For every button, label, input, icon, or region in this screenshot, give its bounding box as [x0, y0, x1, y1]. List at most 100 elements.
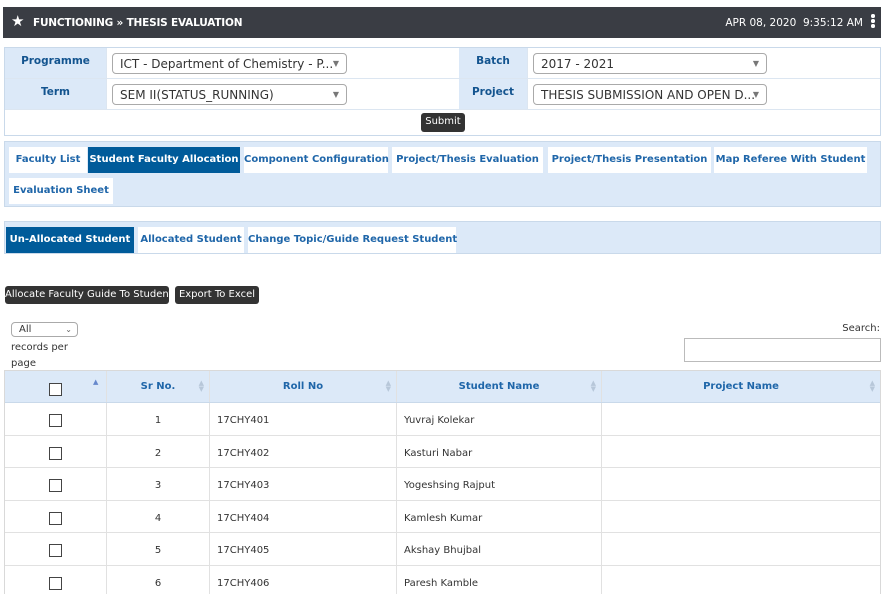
tab-map-referee-with-student[interactable]: Map Referee With Student	[714, 147, 867, 173]
batch-cell: 2017 - 2021 ▼	[527, 48, 882, 78]
table-row: 5 17CHY405 Akshay Bhujbal	[5, 533, 880, 566]
tab-component-configuration[interactable]: Component Configuration	[244, 147, 389, 173]
batch-select[interactable]: 2017 - 2021 ▼	[533, 53, 767, 74]
table-header: ▲ Sr No. ▲ ▼ Roll No ▲ ▼ Student Name ▲ ▼ P…	[5, 371, 880, 403]
export-to-excel-button[interactable]: Export To Excel	[175, 286, 259, 304]
roll-no-cell: 17CHY402	[210, 435, 397, 468]
search-input[interactable]	[684, 338, 881, 362]
table-row: 6 17CHY406 Paresh Kamble	[5, 565, 880, 594]
page-title: FUNCTIONING » THESIS EVALUATION	[33, 17, 243, 29]
programme-cell: ICT - Department of Chemistry - P... ▼	[106, 48, 459, 78]
records-per-page-label: records per page	[11, 342, 68, 369]
programme-select[interactable]: ICT - Department of Chemistry - P... ▼	[112, 53, 347, 74]
row-select-cell	[5, 435, 107, 468]
term-select-value: SEM II(STATUS_RUNNING)	[120, 88, 274, 102]
batch-select-value: 2017 - 2021	[541, 57, 615, 71]
tab-un-allocated-student[interactable]: Un-Allocated Student	[6, 227, 134, 253]
column-header-label: Project Name	[703, 381, 779, 392]
project-label: Project	[459, 79, 527, 109]
student-name-cell: Paresh Kamble	[397, 565, 602, 594]
header-time: 9:35:12 AM	[802, 17, 863, 29]
column-header-project-name[interactable]: Project Name ▲ ▼	[602, 371, 880, 402]
chevron-down-icon: ▼	[332, 59, 339, 68]
tab-faculty-list[interactable]: Faculty List	[9, 147, 87, 173]
column-header-label: Student Name	[458, 381, 540, 392]
tab-project-thesis-evaluation[interactable]: Project/Thesis Evaluation	[392, 147, 543, 173]
roll-no-cell: 17CHY406	[210, 565, 397, 594]
allocate-faculty-guide-button[interactable]: Allocate Faculty Guide To Student	[5, 286, 173, 304]
row-select-cell	[5, 533, 107, 565]
student-name-cell: Yuvraj Kolekar	[397, 403, 602, 435]
project-name-cell	[602, 566, 880, 594]
row-select-cell	[5, 403, 107, 435]
row-checkbox[interactable]	[49, 511, 62, 525]
project-cell: THESIS SUBMISSION AND OPEN D... ▼	[527, 79, 882, 109]
chevron-down-icon: ⌄	[65, 325, 72, 334]
chevron-down-icon: ▼	[752, 59, 759, 68]
row-checkbox[interactable]	[49, 544, 62, 558]
project-name-cell	[602, 436, 880, 468]
column-header-student-name[interactable]: Student Name ▲ ▼	[397, 371, 602, 402]
row-select-cell	[5, 565, 107, 594]
sort-asc-icon[interactable]: ▲	[93, 379, 98, 386]
records-per-page-select[interactable]: All ⌄	[11, 322, 78, 337]
programme-label: Programme	[5, 48, 106, 78]
term-select[interactable]: SEM II(STATUS_RUNNING) ▼	[112, 84, 347, 105]
row-select-cell	[5, 500, 107, 533]
select-all-checkbox[interactable]	[49, 383, 62, 396]
sr-no-cell: 2	[107, 435, 210, 468]
column-header-label: Roll No	[282, 381, 324, 392]
tab-student-faculty-allocation[interactable]: Student Faculty Allocation	[88, 147, 240, 173]
project-name-cell	[602, 403, 880, 435]
tab-evaluation-sheet[interactable]: Evaluation Sheet	[9, 178, 113, 204]
project-select[interactable]: THESIS SUBMISSION AND OPEN D... ▼	[533, 84, 767, 105]
submit-button[interactable]: Submit	[421, 113, 465, 132]
batch-label: Batch	[459, 48, 527, 78]
students-table: ▲ Sr No. ▲ ▼ Roll No ▲ ▼ Student Name ▲ ▼ P…	[4, 370, 881, 594]
roll-no-cell: 17CHY401	[210, 403, 397, 435]
roll-no-cell: 17CHY405	[210, 533, 397, 565]
table-row: 4 17CHY404 Kamlesh Kumar	[5, 500, 880, 534]
sort-icon: ▲ ▼	[198, 379, 204, 393]
tab-change-topic-guide-request[interactable]: Change Topic/Guide Request Student	[248, 227, 457, 253]
chevron-down-icon: ▼	[752, 90, 759, 99]
student-name-cell: Kamlesh Kumar	[397, 500, 602, 533]
sr-no-cell: 6	[107, 565, 210, 594]
star-icon: ★	[11, 12, 25, 30]
term-label: Term	[5, 79, 106, 109]
roll-no-cell: 17CHY404	[210, 500, 397, 533]
chevron-down-icon: ▼	[332, 90, 339, 99]
row-checkbox[interactable]	[49, 446, 62, 460]
sr-no-cell: 5	[107, 533, 210, 565]
tab-allocated-student[interactable]: Allocated Student	[138, 227, 244, 253]
programme-select-value: ICT - Department of Chemistry - P...	[120, 57, 334, 71]
row-checkbox[interactable]	[49, 414, 62, 427]
main-tabs: Faculty List Student Faculty Allocation …	[4, 141, 881, 207]
row-checkbox[interactable]	[49, 576, 62, 590]
sort-icon: ▲ ▼	[590, 379, 596, 393]
column-header-roll-no[interactable]: Roll No ▲ ▼	[210, 371, 397, 402]
sort-icon: ▲ ▼	[385, 379, 391, 393]
table-row: 1 17CHY401 Yuvraj Kolekar	[5, 403, 880, 436]
column-header-label: Sr No.	[140, 381, 176, 392]
term-cell: SEM II(STATUS_RUNNING) ▼	[106, 79, 459, 109]
row-select-cell	[5, 468, 107, 500]
sub-tabs: Un-Allocated Student Allocated Student C…	[4, 221, 881, 254]
column-header-sr-no[interactable]: Sr No. ▲ ▼	[107, 371, 210, 402]
sr-no-cell: 4	[107, 500, 210, 533]
header-bar: ★ FUNCTIONING » THESIS EVALUATION APR 08…	[3, 7, 881, 38]
select-all-header: ▲	[5, 371, 107, 402]
tab-project-thesis-presentation[interactable]: Project/Thesis Presentation	[548, 147, 711, 173]
row-checkbox[interactable]	[49, 479, 62, 493]
table-row: 3 17CHY403 Yogeshsing Rajput	[5, 468, 880, 501]
search-label: Search:	[842, 323, 880, 334]
sort-icon: ▲ ▼	[869, 379, 875, 393]
student-name-cell: Akshay Bhujbal	[397, 533, 602, 565]
roll-no-cell: 17CHY403	[210, 468, 397, 500]
filter-panel: Programme ICT - Department of Chemistry …	[4, 47, 881, 136]
kebab-menu-icon[interactable]	[870, 13, 876, 31]
project-name-cell	[602, 533, 880, 565]
student-name-cell: Yogeshsing Rajput	[397, 468, 602, 500]
header-date: APR 08, 2020	[725, 17, 797, 29]
sr-no-cell: 1	[107, 403, 210, 435]
